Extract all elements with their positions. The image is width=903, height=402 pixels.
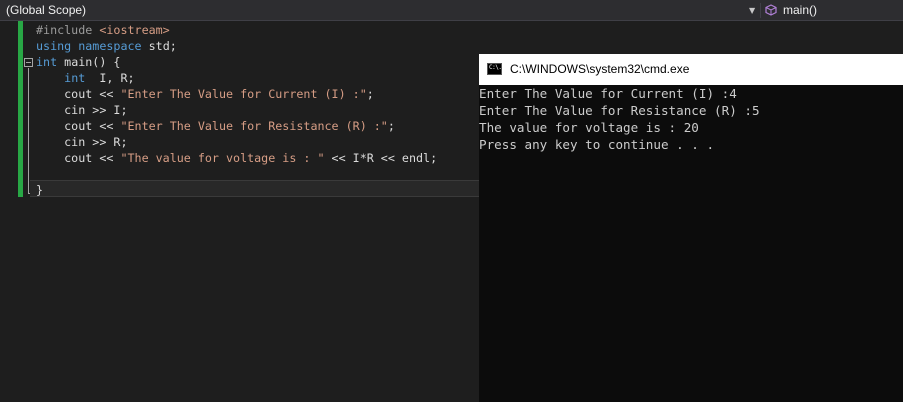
console-title-bar[interactable]: C:\. C:\WINDOWS\system32\cmd.exe xyxy=(479,54,903,85)
code-line[interactable]: #include <iostream> xyxy=(36,22,476,38)
navigation-bar: (Global Scope) ▼ main() xyxy=(0,0,903,21)
ide-window: (Global Scope) ▼ main() #include <iostre… xyxy=(0,0,903,402)
chevron-down-icon[interactable]: ▼ xyxy=(749,0,759,20)
code-token: namespace xyxy=(78,39,142,53)
cmd-icon-text: C:\. xyxy=(489,64,502,71)
console-output[interactable]: Enter The Value for Current (I) :4 Enter … xyxy=(479,85,903,153)
code-line[interactable]: cout << "Enter The Value for Resistance … xyxy=(36,118,476,134)
cmd-icon: C:\. xyxy=(487,63,502,75)
code-token: int xyxy=(64,71,86,85)
code-token: << I*R << endl; xyxy=(324,151,438,165)
code-token: cin >> R; xyxy=(36,135,128,149)
console-line: Press any key to continue . . . xyxy=(479,137,715,152)
code-token: cout << xyxy=(36,87,121,101)
code-token: cout << xyxy=(36,151,121,165)
console-line: The value for voltage is : 20 xyxy=(479,120,699,135)
code-token: "The value for voltage is : " xyxy=(120,151,325,165)
code-line[interactable]: cin >> R; xyxy=(36,134,476,150)
scope-label: (Global Scope) xyxy=(6,3,87,17)
code-lines[interactable]: #include <iostream> using namespace std; i… xyxy=(36,22,476,198)
code-token: "Enter The Value for Current (I) :" xyxy=(120,87,367,101)
collapse-toggle-icon[interactable] xyxy=(24,58,33,67)
console-line: Enter The Value for Resistance (R) :5 xyxy=(479,103,760,118)
code-token: #include xyxy=(36,23,100,37)
code-line[interactable]: using namespace std; xyxy=(36,38,476,54)
cube-icon xyxy=(765,4,777,16)
code-line[interactable] xyxy=(36,166,476,182)
code-token: std; xyxy=(141,39,177,53)
code-line[interactable]: cout << "The value for voltage is : " <<… xyxy=(36,150,476,166)
code-token: cin >> I; xyxy=(36,103,128,117)
code-token: cout << xyxy=(36,119,121,133)
fold-guide-line xyxy=(28,68,29,194)
code-token: } xyxy=(36,183,44,197)
code-token: "Enter The Value for Resistance (R) :" xyxy=(120,119,388,133)
code-line[interactable]: } xyxy=(36,182,476,198)
code-token: I, R; xyxy=(85,71,135,85)
code-token: ; xyxy=(366,87,374,101)
code-token: using xyxy=(36,39,72,53)
code-line[interactable]: int main() { xyxy=(36,54,476,70)
console-window[interactable]: C:\. C:\WINDOWS\system32\cmd.exe Enter T… xyxy=(479,54,903,402)
change-indicator-bar xyxy=(18,21,23,197)
nav-divider xyxy=(760,3,761,18)
code-line[interactable]: cout << "Enter The Value for Current (I)… xyxy=(36,86,476,102)
code-line[interactable]: int I, R; xyxy=(36,70,476,86)
console-line: Enter The Value for Current (I) :4 xyxy=(479,86,737,101)
code-token: main() { xyxy=(57,55,121,69)
console-title: C:\WINDOWS\system32\cmd.exe xyxy=(510,62,690,76)
member-label: main() xyxy=(783,3,818,17)
code-line[interactable]: cin >> I; xyxy=(36,102,476,118)
code-token: ; xyxy=(387,119,395,133)
editor-gutter xyxy=(0,21,36,402)
scope-dropdown[interactable]: (Global Scope) xyxy=(0,0,760,20)
code-token: int xyxy=(36,55,58,69)
code-token: <iostream> xyxy=(99,23,170,37)
member-dropdown[interactable]: main() xyxy=(762,0,903,20)
